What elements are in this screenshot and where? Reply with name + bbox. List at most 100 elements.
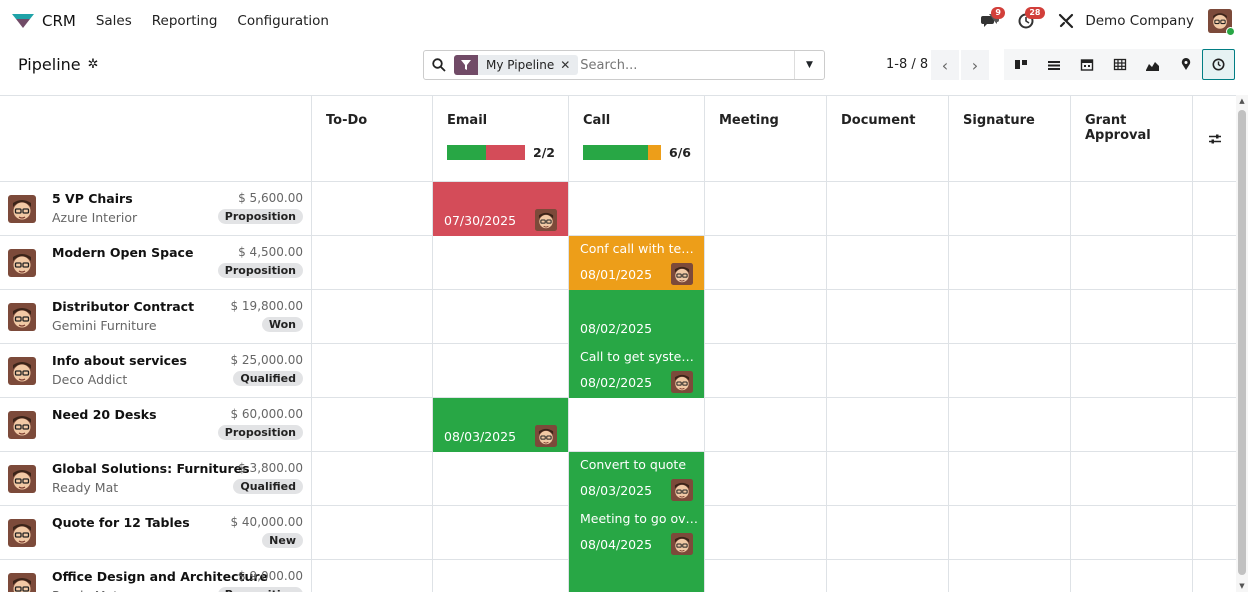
salesperson-avatar[interactable] xyxy=(8,411,36,439)
assignee-avatar[interactable] xyxy=(671,371,693,393)
activity-cell[interactable]: 08/02/2025 xyxy=(569,290,704,344)
salesperson-avatar[interactable] xyxy=(8,303,36,331)
clock-icon xyxy=(1212,58,1225,71)
cell-divider xyxy=(948,290,949,344)
scroll-up-icon[interactable]: ▲ xyxy=(1238,97,1246,105)
progress-done-segment[interactable] xyxy=(447,145,486,160)
view-activity-button[interactable] xyxy=(1202,49,1235,80)
record-cell[interactable]: Need 20 Desks $ 60,000.00 Proposition xyxy=(0,398,311,452)
record-cell[interactable]: Info about services Deco Addict $ 25,000.0… xyxy=(0,344,311,398)
assignee-avatar[interactable] xyxy=(535,209,557,231)
search-icon[interactable] xyxy=(432,58,446,72)
email-progress-bar[interactable] xyxy=(447,145,525,160)
scrollbar-thumb[interactable] xyxy=(1238,110,1246,575)
messages-button[interactable]: 9 xyxy=(979,7,1005,32)
online-status-dot xyxy=(1226,27,1235,36)
salesperson-avatar[interactable] xyxy=(8,519,36,547)
stage-badge: Won xyxy=(261,317,303,332)
activity-cell[interactable]: 08/03/2025 xyxy=(433,398,568,452)
record-name[interactable]: Office Design and Architecture xyxy=(52,569,268,584)
activity-cell[interactable] xyxy=(569,560,704,592)
user-avatar[interactable] xyxy=(1208,9,1235,36)
record-customer: Ready Mat xyxy=(52,588,118,592)
breadcrumb-pipeline: Pipeline xyxy=(18,55,81,74)
salesperson-avatar[interactable] xyxy=(8,195,36,223)
activity-cell[interactable]: 07/30/2025 xyxy=(433,182,568,236)
cell-divider xyxy=(311,290,312,344)
record-cell[interactable]: Modern Open Space $ 4,500.00 Proposition xyxy=(0,236,311,290)
view-list-button[interactable] xyxy=(1037,49,1070,80)
salesperson-avatar[interactable] xyxy=(8,573,36,592)
column-header-signature: Signature xyxy=(948,96,1070,182)
column-settings-button[interactable] xyxy=(1192,96,1236,182)
company-name[interactable]: Demo Company xyxy=(1085,13,1194,29)
view-pivot-button[interactable] xyxy=(1103,49,1136,80)
cell-divider xyxy=(1070,452,1071,506)
view-graph-button[interactable] xyxy=(1136,49,1169,80)
progress-today-segment[interactable] xyxy=(648,145,661,160)
record-cell[interactable]: Distributor Contract Gemini Furniture $ 19… xyxy=(0,290,311,344)
cell-divider xyxy=(704,236,705,290)
app-brand[interactable]: CRM xyxy=(12,12,76,30)
switch-company-button[interactable] xyxy=(1055,10,1077,32)
record-cell[interactable]: 5 VP Chairs Azure Interior $ 5,600.00 Propo… xyxy=(0,182,311,236)
record-amount: $ 19,800.00 xyxy=(230,299,303,313)
view-switcher xyxy=(1004,49,1235,80)
cell-divider xyxy=(826,290,827,344)
assignee-avatar[interactable] xyxy=(535,425,557,447)
record-amount: $ 4,500.00 xyxy=(238,245,303,259)
assignee-avatar[interactable] xyxy=(671,263,693,285)
view-kanban-button[interactable] xyxy=(1004,49,1037,80)
cell-divider xyxy=(1070,236,1071,290)
record-customer: Azure Interior xyxy=(52,210,138,225)
stage-badge: New xyxy=(262,533,303,548)
view-map-button[interactable] xyxy=(1169,49,1202,80)
record-name[interactable]: Info about services xyxy=(52,353,187,368)
menu-reporting[interactable]: Reporting xyxy=(152,13,218,29)
menu-sales[interactable]: Sales xyxy=(96,13,132,29)
salesperson-avatar[interactable] xyxy=(8,249,36,277)
view-calendar-button[interactable] xyxy=(1070,49,1103,80)
pager-next-button[interactable]: › xyxy=(961,50,989,80)
record-name[interactable]: Quote for 12 Tables xyxy=(52,515,190,530)
salesperson-avatar[interactable] xyxy=(8,357,36,385)
scroll-down-icon[interactable]: ▼ xyxy=(1238,582,1246,590)
assignee-avatar[interactable] xyxy=(671,533,693,555)
call-progress-bar[interactable] xyxy=(583,145,661,160)
record-cell[interactable]: Quote for 12 Tables $ 40,000.00 New xyxy=(0,506,311,560)
record-name[interactable]: Distributor Contract xyxy=(52,299,194,314)
search-bar: My Pipeline ✕ ▼ xyxy=(423,50,825,80)
record-name[interactable]: Modern Open Space xyxy=(52,245,193,260)
activity-cell[interactable]: Conf call with tec… 08/01/2025 xyxy=(569,236,704,290)
cell-divider xyxy=(948,452,949,506)
salesperson-avatar[interactable] xyxy=(8,465,36,493)
menu-configuration[interactable]: Configuration xyxy=(237,13,329,29)
activity-cell[interactable]: Call to get syste… 08/02/2025 xyxy=(569,344,704,398)
activities-button[interactable]: 28 xyxy=(1015,7,1045,32)
activity-summary: Call to get syste… xyxy=(580,349,694,364)
vertical-scrollbar[interactable]: ▲ ▼ xyxy=(1236,95,1248,592)
activity-cell[interactable]: Convert to quote 08/03/2025 xyxy=(569,452,704,506)
column-header-todo: To-Do xyxy=(311,96,432,182)
search-input[interactable] xyxy=(580,57,791,73)
record-name[interactable]: Need 20 Desks xyxy=(52,407,157,422)
record-name[interactable]: Global Solutions: Furnitures xyxy=(52,461,250,476)
cell-divider xyxy=(826,236,827,290)
activity-summary: Conf call with tec… xyxy=(580,241,698,256)
cell-divider xyxy=(432,452,433,506)
progress-overdue-segment[interactable] xyxy=(486,145,525,160)
cell-divider xyxy=(311,344,312,398)
table-row: Modern Open Space $ 4,500.00 Proposition Co… xyxy=(0,236,1236,290)
record-cell[interactable]: Office Design and Architecture Ready Mat $… xyxy=(0,560,311,592)
facet-remove-icon[interactable]: ✕ xyxy=(560,58,578,72)
pager-previous-button[interactable]: ‹ xyxy=(931,50,959,80)
pager-value[interactable]: 1-8 / 8 xyxy=(886,57,928,72)
record-amount: $ 3,800.00 xyxy=(238,461,303,475)
assignee-avatar[interactable] xyxy=(671,479,693,501)
record-name[interactable]: 5 VP Chairs xyxy=(52,191,133,206)
gear-icon[interactable]: ✲ xyxy=(88,57,99,72)
activity-cell[interactable]: Meeting to go ov… 08/04/2025 xyxy=(569,506,704,560)
progress-planned-segment[interactable] xyxy=(583,145,648,160)
search-options-toggle[interactable]: ▼ xyxy=(794,51,824,79)
record-cell[interactable]: Global Solutions: Furnitures Ready Mat $ 3… xyxy=(0,452,311,506)
